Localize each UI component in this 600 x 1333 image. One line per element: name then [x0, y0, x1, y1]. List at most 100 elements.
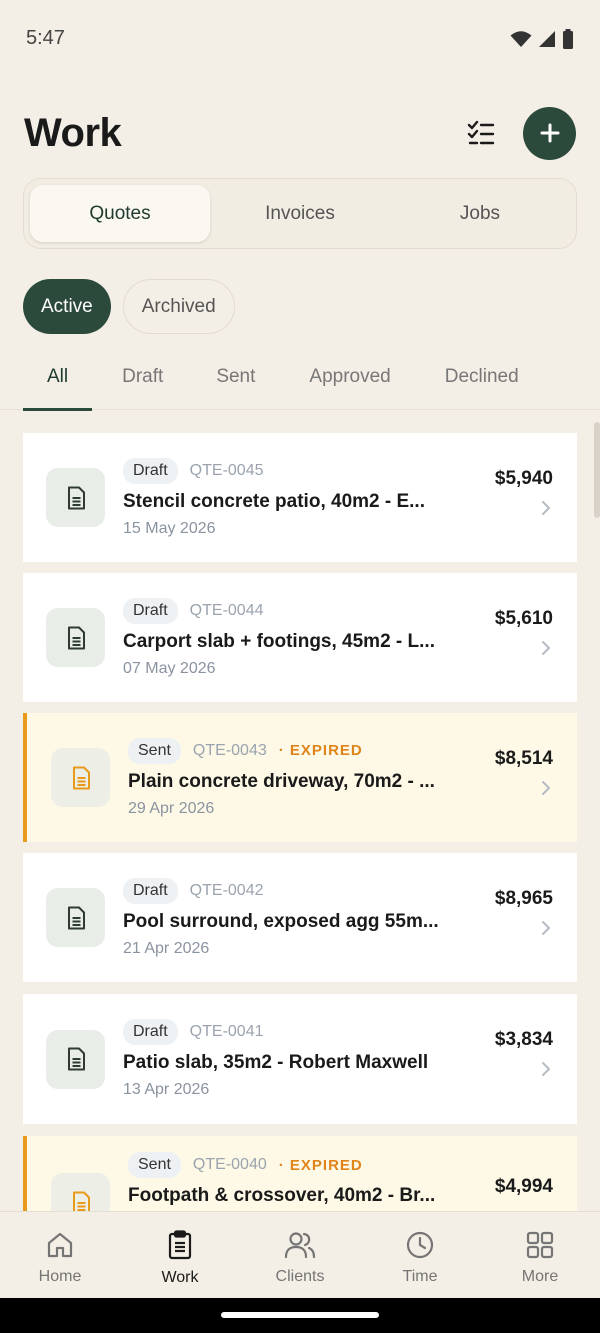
quote-id: QTE-0041 — [189, 1023, 264, 1040]
status-icons — [510, 29, 574, 49]
quote-amount: $5,610 — [494, 607, 553, 629]
chevron-right-icon — [542, 780, 550, 795]
quote-card-body: Sent QTE-0040 · EXPIRED Footpath & cross… — [128, 1152, 467, 1207]
tab-draft[interactable]: Draft — [122, 344, 163, 410]
quote-card-expired[interactable]: Sent QTE-0043 · EXPIRED Plain concrete d… — [23, 713, 577, 842]
wifi-icon — [510, 31, 532, 47]
quote-card-body: Draft QTE-0045 Stencil concrete patio, 4… — [123, 457, 467, 538]
quote-card[interactable]: Draft QTE-0042 Pool surround, exposed ag… — [23, 853, 577, 982]
header: Work — [0, 100, 600, 166]
status-badge: Sent — [128, 1152, 181, 1178]
quote-date: 29 Apr 2026 — [128, 799, 215, 817]
bottom-navigation: Home Work Clients Time More — [0, 1211, 600, 1298]
status-badge: Draft — [123, 457, 178, 484]
status-bar: 5:47 — [0, 0, 600, 78]
quote-date: 15 May 2026 — [123, 519, 216, 537]
home-icon — [47, 1232, 73, 1257]
document-icon — [67, 626, 85, 649]
nav-home-label: Home — [38, 1267, 82, 1285]
nav-clients-label: Clients — [275, 1267, 325, 1285]
document-icon-container — [51, 1173, 110, 1211]
expired-label: · EXPIRED — [278, 1156, 363, 1174]
tab-approved[interactable]: Approved — [309, 344, 390, 410]
chevron-right-icon — [542, 920, 550, 935]
quote-title: Patio slab, 35m2 - Robert Maxwell — [123, 1052, 429, 1073]
nav-more-label: More — [521, 1267, 559, 1285]
work-type-segmented-control: Quotes Invoices Jobs — [23, 178, 577, 249]
filter-active-pill[interactable]: Active — [23, 279, 111, 334]
document-icon — [67, 486, 85, 509]
quote-amount: $8,514 — [494, 747, 553, 769]
quote-id: QTE-0043 — [192, 741, 267, 759]
quote-title: Carport slab + footings, 45m2 - L... — [123, 630, 435, 652]
quote-card[interactable]: Draft QTE-0045 Stencil concrete patio, 4… — [23, 433, 577, 562]
quote-title: Footpath & crossover, 40m2 - Br... — [128, 1185, 436, 1206]
nav-home[interactable]: Home — [0, 1212, 120, 1298]
quote-date: 21 Apr 2026 — [123, 939, 210, 957]
clipboard-icon — [168, 1229, 192, 1259]
nav-work[interactable]: Work — [120, 1212, 240, 1298]
people-icon — [284, 1231, 316, 1258]
chevron-right-icon — [542, 640, 550, 655]
quote-id: QTE-0042 — [189, 881, 264, 899]
document-icon-container — [46, 468, 105, 527]
filter-archived-pill[interactable]: Archived — [122, 279, 235, 334]
quote-card[interactable]: Draft QTE-0044 Carport slab + footings, … — [23, 573, 577, 702]
tab-declined[interactable]: Declined — [445, 344, 519, 410]
nav-time-label: Time — [402, 1267, 438, 1285]
checklist-button[interactable] — [461, 113, 501, 153]
home-indicator[interactable] — [221, 1312, 379, 1318]
quote-amount: $8,965 — [494, 887, 553, 909]
nav-work-label: Work — [161, 1268, 199, 1286]
status-badge: Draft — [123, 597, 178, 624]
status-badge: Draft — [123, 1019, 178, 1045]
plus-icon — [540, 123, 559, 143]
tab-sent[interactable]: Sent — [216, 344, 255, 410]
document-icon — [72, 766, 90, 789]
segment-jobs[interactable]: Jobs — [390, 185, 570, 242]
quote-id: QTE-0045 — [189, 461, 264, 479]
segment-invoices[interactable]: Invoices — [210, 185, 390, 242]
status-badge: Sent — [128, 737, 181, 764]
quote-amount: $5,940 — [494, 467, 553, 489]
archive-filter: Active Archived — [23, 279, 235, 334]
grid-icon — [526, 1231, 554, 1258]
status-time: 5:47 — [26, 27, 65, 49]
quote-card-body: Draft QTE-0044 Carport slab + footings, … — [123, 597, 467, 678]
add-quote-button[interactable] — [523, 106, 576, 160]
clock-icon — [406, 1231, 434, 1258]
quote-title: Plain concrete driveway, 70m2 - ... — [128, 770, 435, 792]
quote-card-body: Draft QTE-0041 Patio slab, 35m2 - Robert… — [123, 1019, 467, 1099]
document-icon-container — [46, 888, 105, 947]
nav-clients[interactable]: Clients — [240, 1212, 360, 1298]
quote-title: Pool surround, exposed agg 55m... — [123, 910, 439, 932]
quote-card-expired[interactable]: Sent QTE-0040 · EXPIRED Footpath & cross… — [23, 1136, 577, 1211]
quote-id: QTE-0040 — [192, 1156, 267, 1173]
quote-id: QTE-0044 — [189, 601, 264, 619]
page-title: Work — [24, 110, 122, 155]
status-tabs: All Draft Sent Approved Declined — [0, 344, 600, 411]
signal-icon — [539, 31, 555, 47]
chevron-right-icon — [542, 1062, 550, 1076]
document-icon-container — [51, 748, 110, 807]
quote-amount: $3,834 — [494, 1029, 553, 1050]
quote-date: 13 Apr 2026 — [123, 1081, 210, 1098]
battery-icon — [563, 29, 573, 49]
document-icon-container — [46, 1029, 105, 1089]
nav-time[interactable]: Time — [360, 1212, 480, 1298]
document-icon — [72, 1191, 90, 1211]
tab-all[interactable]: All — [22, 344, 93, 411]
status-badge: Draft — [123, 877, 178, 904]
quote-card[interactable]: Draft QTE-0041 Patio slab, 35m2 - Robert… — [23, 994, 577, 1124]
segment-quotes[interactable]: Quotes — [30, 185, 210, 242]
scrollbar[interactable] — [594, 422, 600, 518]
system-gesture-bar — [0, 1298, 600, 1333]
quote-card-body: Sent QTE-0043 · EXPIRED Plain concrete d… — [128, 737, 467, 818]
expired-label: · EXPIRED — [278, 742, 363, 759]
document-icon-container — [46, 608, 105, 667]
nav-more[interactable]: More — [480, 1212, 600, 1298]
checklist-icon — [467, 120, 495, 145]
quote-card-body: Draft QTE-0042 Pool surround, exposed ag… — [123, 877, 467, 958]
quote-date: 07 May 2026 — [123, 659, 216, 677]
chevron-right-icon — [542, 500, 550, 515]
